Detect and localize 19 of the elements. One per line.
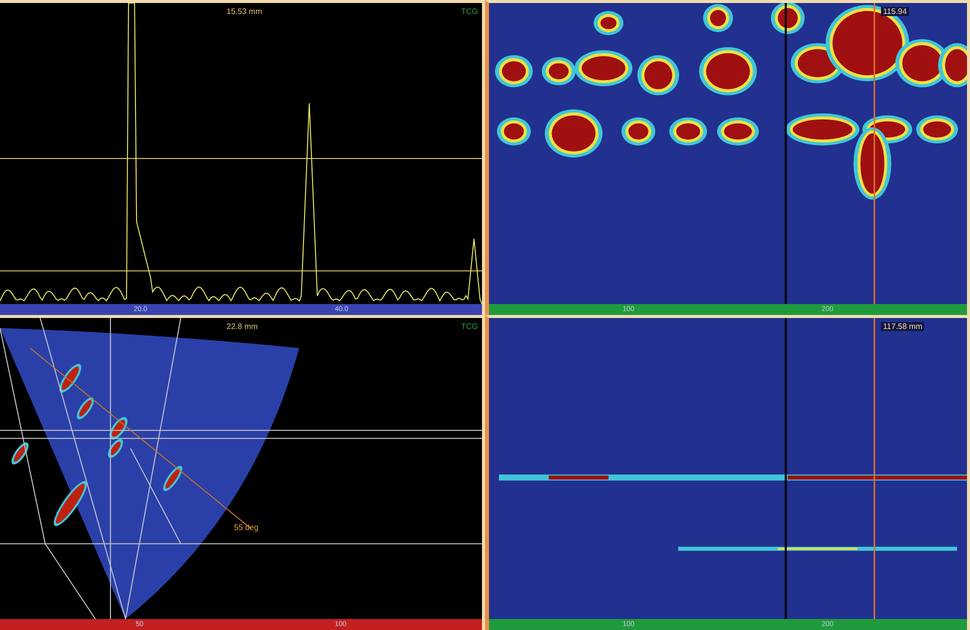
- hot-spot: [703, 4, 733, 32]
- hot-spot: [669, 117, 708, 146]
- gain-mode-label: TCG: [461, 7, 478, 16]
- measurement-readout: 117.58 mm: [880, 322, 924, 331]
- hot-spot: [494, 55, 533, 88]
- hot-spot: [496, 117, 531, 146]
- hot-spot: [544, 109, 603, 158]
- hot-spot: [637, 55, 680, 96]
- hot-spot: [770, 3, 805, 34]
- hot-spot: [717, 117, 759, 146]
- hot-spot: [699, 47, 757, 96]
- measurement-readout: 22.8 mm: [226, 322, 258, 331]
- hot-spot: [621, 117, 656, 146]
- hot-spot: [594, 11, 624, 36]
- hot-spot: [916, 115, 958, 144]
- gain-mode-label: TCG: [461, 322, 478, 331]
- measurement-readout: 15.53 mm: [226, 7, 262, 16]
- measurement-readout: 115.94: [880, 7, 909, 16]
- angle-label: 55 deg: [234, 523, 258, 532]
